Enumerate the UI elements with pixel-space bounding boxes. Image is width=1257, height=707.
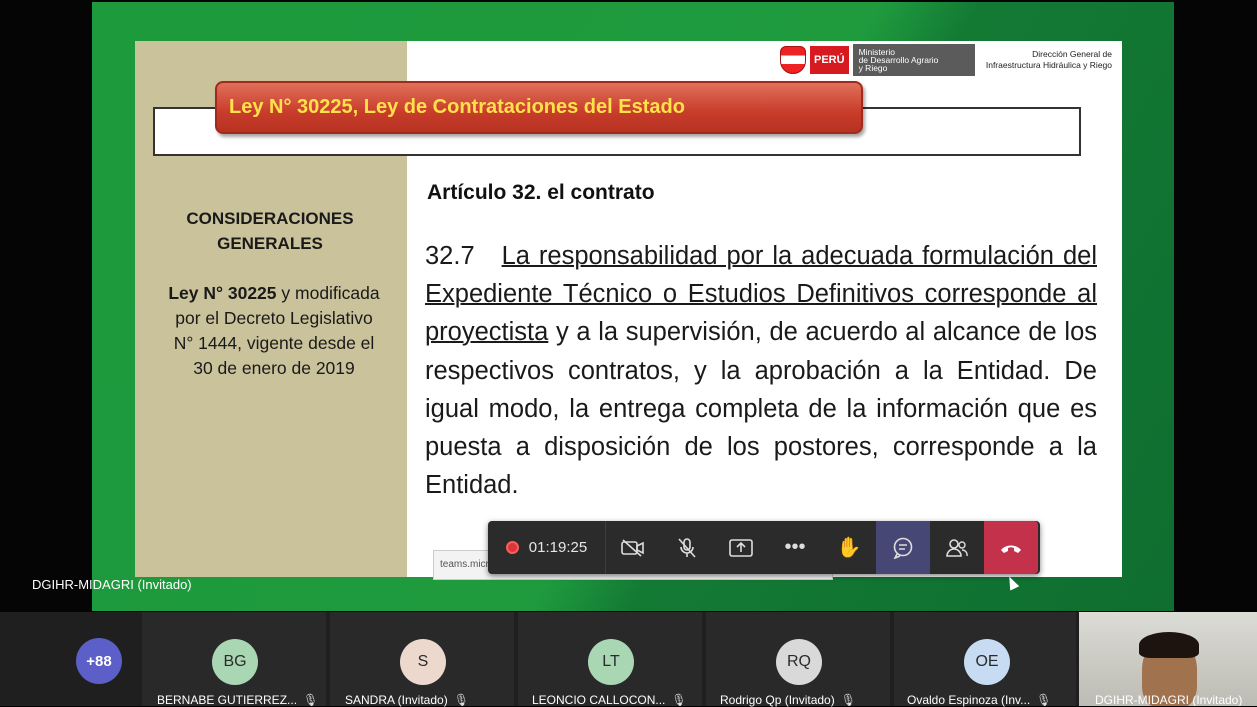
presentation-slide: PERÚ Ministerio de Desarrollo Agrario y … <box>135 41 1122 580</box>
overflow-participants-button[interactable]: +88 <box>76 638 122 684</box>
participant-tile[interactable]: OE Ovaldo Espinoza (Inv... 🎙 <box>894 612 1076 707</box>
self-video-tile[interactable]: DGIHR-MIDAGRI (Invitado) <box>1079 612 1257 706</box>
left-heading: CONSIDERACIONES GENERALES <box>186 209 354 253</box>
mic-off-icon: 🎙 <box>453 693 469 707</box>
meeting-timer: 01:19:25 <box>488 521 606 574</box>
avatar: S <box>400 639 446 685</box>
article-title: Artículo 32. el contrato <box>427 181 655 204</box>
raise-hand-icon[interactable]: ✋ <box>822 521 876 574</box>
camera-off-icon[interactable] <box>606 521 660 574</box>
video-participant-name: DGIHR-MIDAGRI (Invitado) <box>1095 693 1243 706</box>
participant-name: SANDRA (Invitado) 🎙 <box>345 693 469 707</box>
recording-icon <box>505 541 519 554</box>
participant-name: Ovaldo Espinoza (Inv... 🎙 <box>907 693 1052 707</box>
avatar: BG <box>212 639 258 685</box>
meeting-toolbar: 01:19:25 ••• ✋ <box>488 521 1040 574</box>
participant-tile[interactable]: BG BERNABE GUTIERREZ... 🎙 <box>142 612 326 707</box>
participant-name: Rodrigo Qp (Invitado) 🎙 <box>720 693 856 707</box>
share-screen-icon[interactable] <box>714 521 768 574</box>
mic-off-icon: 🎙 <box>671 693 687 707</box>
participant-tile[interactable]: RQ Rodrigo Qp (Invitado) 🎙 <box>706 612 890 707</box>
participants-icon[interactable] <box>930 521 984 574</box>
ministry-name: Ministerio de Desarrollo Agrario y Riego <box>852 44 975 76</box>
mic-off-icon: 🎙 <box>840 693 856 707</box>
peru-label: PERÚ <box>810 46 849 74</box>
mic-off-icon: 🎙 <box>1036 693 1052 707</box>
more-icon[interactable]: ••• <box>768 521 822 574</box>
article-number: 32.7 <box>425 242 475 270</box>
article-body: 32.7 La responsabilidad por la adecuada … <box>425 237 1097 504</box>
avatar: RQ <box>776 639 822 685</box>
mic-off-icon[interactable] <box>660 521 714 574</box>
coat-of-arms-icon <box>780 46 806 74</box>
shared-content: PERÚ Ministerio de Desarrollo Agrario y … <box>92 2 1174 611</box>
chat-icon[interactable] <box>876 521 930 574</box>
law-number: Ley N° 30225 <box>168 283 277 303</box>
hang-up-icon[interactable] <box>984 521 1038 574</box>
presenter-label: DGIHR-MIDAGRI (Invitado) <box>32 577 192 592</box>
avatar: LT <box>588 639 634 685</box>
participant-strip: +88 BG BERNABE GUTIERREZ... 🎙 S SANDRA (I… <box>0 612 1257 707</box>
participant-name: BERNABE GUTIERREZ... 🎙 <box>157 693 319 707</box>
ministry-logo: PERÚ Ministerio de Desarrollo Agrario y … <box>780 44 975 76</box>
participant-tile[interactable]: S SANDRA (Invitado) 🎙 <box>330 612 514 707</box>
direction-name: Dirección General de Infraestructura Hid… <box>985 49 1112 70</box>
avatar: OE <box>964 639 1010 685</box>
slide-title: Ley N° 30225, Ley de Contrataciones del … <box>215 81 863 134</box>
shared-screen-stage: PERÚ Ministerio de Desarrollo Agrario y … <box>0 0 1257 612</box>
participant-name: LEONCIO CALLOCON... 🎙 <box>532 693 687 707</box>
law-description: Ley N° 30225 y modificada por el Decreto… <box>168 283 380 378</box>
mic-off-icon: 🎙 <box>303 693 319 707</box>
participant-tile[interactable]: LT LEONCIO CALLOCON... 🎙 <box>518 612 702 707</box>
